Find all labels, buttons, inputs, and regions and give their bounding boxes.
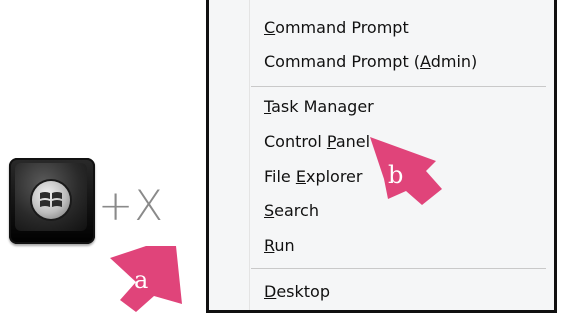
menu-item-file-explorer[interactable]: File Explorer bbox=[264, 165, 362, 189]
windows-key-icon bbox=[9, 158, 95, 244]
callout-a-label: a bbox=[134, 266, 149, 294]
menu-separator bbox=[251, 268, 546, 269]
menu-separator bbox=[251, 86, 546, 87]
menu-item-task-manager[interactable]: Task Manager bbox=[264, 95, 374, 119]
menu-item-control-panel[interactable]: Control Panel bbox=[264, 130, 370, 154]
callout-b-arrow-icon bbox=[370, 137, 442, 205]
menu-icon-gutter bbox=[249, 0, 250, 310]
windows-logo-icon bbox=[32, 181, 70, 219]
menu-item-desktop[interactable]: Desktop bbox=[264, 280, 330, 304]
menu-item-search[interactable]: Search bbox=[264, 199, 319, 223]
callout-b-label: b bbox=[388, 161, 404, 189]
callout-b: b bbox=[366, 133, 446, 209]
menu-item-command-prompt[interactable]: Command Prompt bbox=[264, 16, 409, 40]
menu-item-run[interactable]: Run bbox=[264, 234, 295, 258]
key-combo-text: +X bbox=[98, 181, 164, 230]
callout-a: a bbox=[110, 240, 186, 314]
windows-key-face bbox=[15, 163, 87, 231]
menu-item-command-prompt-admin[interactable]: Command Prompt (Admin) bbox=[264, 50, 477, 74]
